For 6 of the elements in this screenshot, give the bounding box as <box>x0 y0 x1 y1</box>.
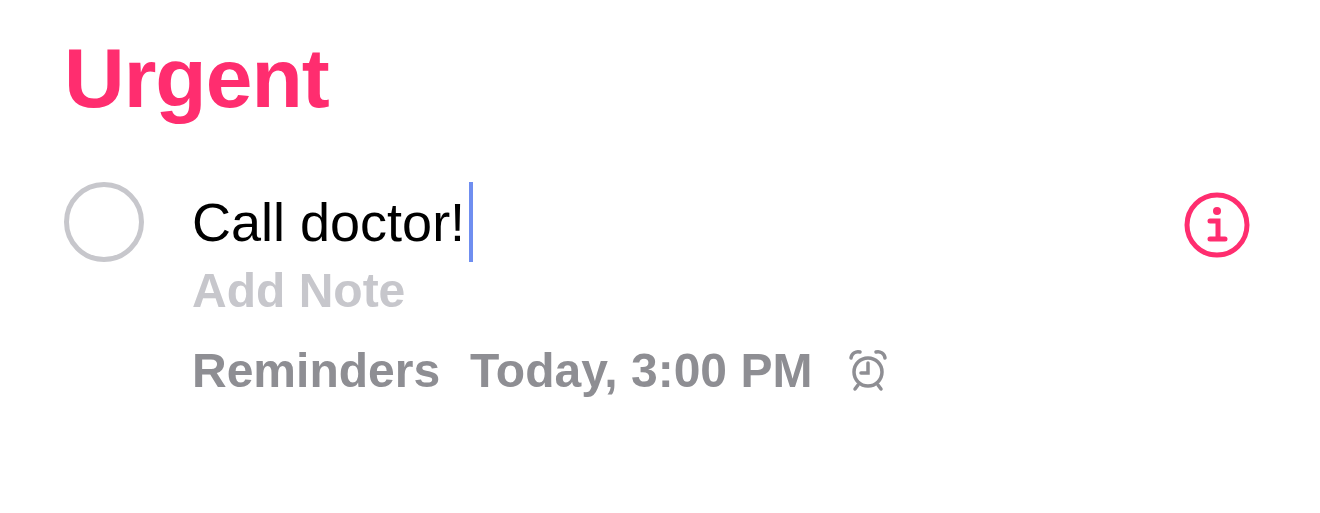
title-field[interactable]: Call doctor! <box>192 190 466 254</box>
list-title: Urgent <box>64 30 330 127</box>
due-date: Today, 3:00 PM <box>470 342 813 398</box>
note-field[interactable]: Add Note <box>192 258 512 322</box>
list-name: Reminders <box>192 342 441 398</box>
info-icon[interactable] <box>1182 190 1252 260</box>
